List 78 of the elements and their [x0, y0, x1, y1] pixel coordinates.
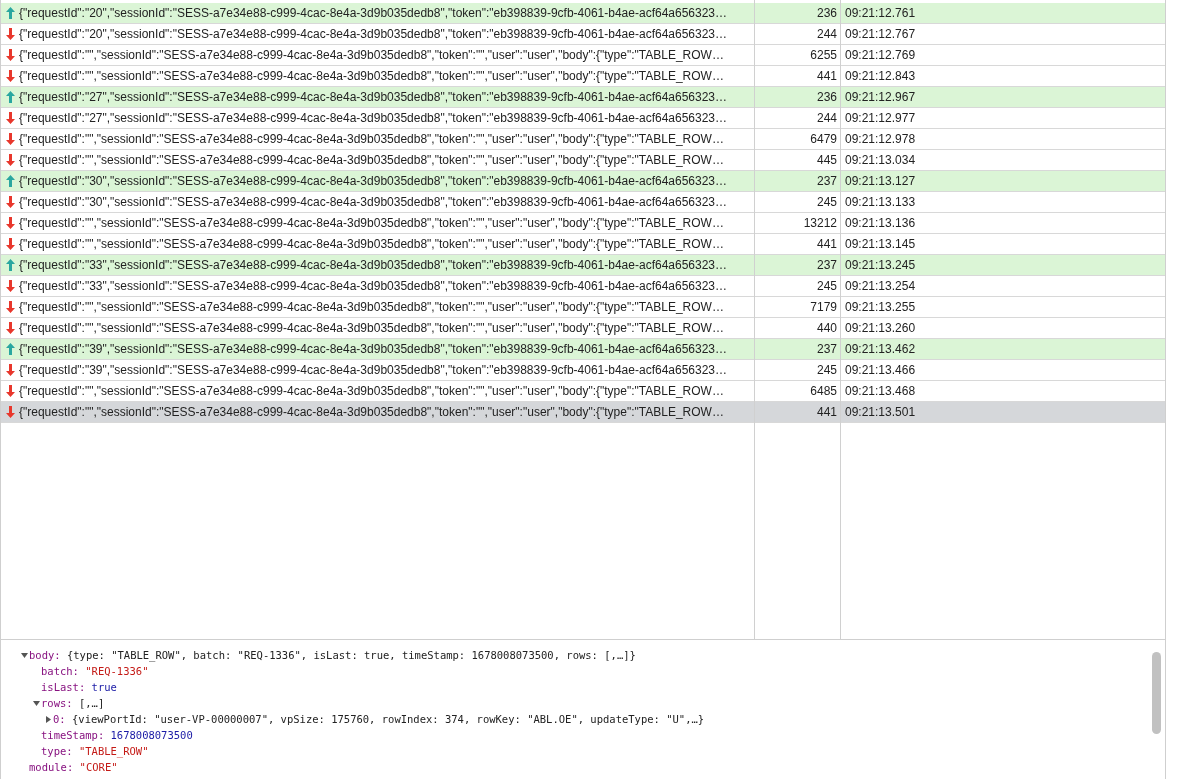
message-text: {"requestId":"30","sessionId":"SESS-a7e34e88-c999-4cac-8e4a-3d9b035dedb8","token":"eb398839-9cfb-4061-b4ae-acf64a656323…	[19, 195, 728, 209]
property-key: body:	[29, 649, 61, 661]
message-text: {"requestId":"39","sessionId":"SESS-a7e34e88-c999-4cac-8e4a-3d9b035dedb8","token":"eb398839-9cfb-4061-b4ae-acf64a656323…	[19, 342, 728, 356]
time-cell: 09:21:12.967	[841, 87, 1165, 108]
message-cell[interactable]: {"requestId":"30","sessionId":"SESS-a7e34e88-c999-4cac-8e4a-3d9b035dedb8","token":"eb398839-9cfb-4061-b4ae-acf64a656323…	[1, 171, 755, 192]
message-text: {"requestId":"","sessionId":"SESS-a7e34e88-c999-4cac-8e4a-3d9b035dedb8","token":"","user":"user","body":{"type":"TABLE_ROW…	[19, 321, 724, 335]
property-key: batch:	[41, 665, 79, 677]
down-arrow-icon	[6, 49, 15, 61]
message-text: {"requestId":"27","sessionId":"SESS-a7e34e88-c999-4cac-8e4a-3d9b035dedb8","token":"eb398839-9cfb-4061-b4ae-acf64a656323…	[19, 90, 728, 104]
down-arrow-icon	[6, 28, 15, 40]
property-key: timeStamp:	[41, 729, 105, 741]
scrollbar-thumb[interactable]	[1151, 652, 1161, 734]
property-value: 1678008073500	[110, 729, 193, 741]
collapsed-triangle-icon[interactable]	[44, 715, 52, 723]
message-text: {"requestId":"","sessionId":"SESS-a7e34e88-c999-4cac-8e4a-3d9b035dedb8","token":"","user":"user","body":{"type":"TABLE_ROW…	[19, 384, 724, 398]
down-arrow-icon	[6, 70, 15, 82]
message-text: {"requestId":"","sessionId":"SESS-a7e34e88-c999-4cac-8e4a-3d9b035dedb8","token":"","user":"user","body":{"type":"TABLE_ROW…	[19, 69, 724, 83]
message-cell[interactable]: {"requestId":"27","sessionId":"SESS-a7e34e88-c999-4cac-8e4a-3d9b035dedb8","token":"eb398839-9cfb-4061-b4ae-acf64a656323…	[1, 87, 755, 108]
message-cell[interactable]: {"requestId":"","sessionId":"SESS-a7e34e88-c999-4cac-8e4a-3d9b035dedb8","token":"","user":"user","body":{"type":"TABLE_ROW…	[1, 402, 755, 423]
up-arrow-icon	[6, 91, 15, 103]
down-arrow-icon	[6, 154, 15, 166]
property-key: isLast:	[41, 681, 86, 693]
message-cell[interactable]: {"requestId":"33","sessionId":"SESS-a7e34e88-c999-4cac-8e4a-3d9b035dedb8","token":"eb398839-9cfb-4061-b4ae-acf64a656323…	[1, 255, 755, 276]
message-text: {"requestId":"30","sessionId":"SESS-a7e34e88-c999-4cac-8e4a-3d9b035dedb8","token":"eb398839-9cfb-4061-b4ae-acf64a656323…	[19, 174, 728, 188]
property-key: module:	[29, 761, 74, 773]
message-text: {"requestId":"39","sessionId":"SESS-a7e34e88-c999-4cac-8e4a-3d9b035dedb8","token":"eb398839-9cfb-4061-b4ae-acf64a656323…	[19, 363, 728, 377]
down-arrow-icon	[6, 280, 15, 292]
message-cell[interactable]: {"requestId":"39","sessionId":"SESS-a7e34e88-c999-4cac-8e4a-3d9b035dedb8","token":"eb398839-9cfb-4061-b4ae-acf64a656323…	[1, 339, 755, 360]
time-cell: 09:21:13.127	[841, 171, 1165, 192]
down-arrow-icon	[6, 217, 15, 229]
time-cell: 09:21:13.501	[841, 402, 1165, 423]
property-key: rows:	[41, 697, 73, 709]
message-text: {"requestId":"33","sessionId":"SESS-a7e34e88-c999-4cac-8e4a-3d9b035dedb8","token":"eb398839-9cfb-4061-b4ae-acf64a656323…	[19, 279, 728, 293]
message-text: {"requestId":"20","sessionId":"SESS-a7e34e88-c999-4cac-8e4a-3d9b035dedb8","token":"eb398839-9cfb-4061-b4ae-acf64a656323…	[19, 27, 728, 41]
down-arrow-icon	[6, 385, 15, 397]
size-cell: 237	[755, 339, 841, 360]
property-value: "TABLE_ROW"	[78, 745, 149, 757]
down-arrow-icon	[6, 301, 15, 313]
property-key: 0:	[53, 713, 66, 725]
time-cell: 09:21:12.761	[841, 3, 1165, 24]
property-value: "CORE"	[79, 761, 118, 773]
object-preview: {viewPortId: "user-VP-00000007", vpSize: 175760, rowIndex: 374, rowKey: "ABL.OE", updateType: "U",…}	[72, 713, 705, 725]
message-text: {"requestId":"","sessionId":"SESS-a7e34e88-c999-4cac-8e4a-3d9b035dedb8","token":"","user":"user","body":{"type":"TABLE_ROW…	[19, 216, 724, 230]
expanded-triangle-icon[interactable]	[32, 699, 40, 707]
message-text: {"requestId":"","sessionId":"SESS-a7e34e88-c999-4cac-8e4a-3d9b035dedb8","token":"","user":"user","body":{"type":"TABLE_ROW…	[19, 132, 724, 146]
object-preview: {type: "TABLE_ROW", batch: "REQ-1336", isLast: true, timeStamp: 1678008073500, rows: [,…]}	[66, 649, 636, 661]
property-value: "REQ-1336"	[85, 665, 149, 677]
down-arrow-icon	[6, 112, 15, 124]
message-cell[interactable]: {"requestId":"20","sessionId":"SESS-a7e34e88-c999-4cac-8e4a-3d9b035dedb8","token":"eb398839-9cfb-4061-b4ae-acf64a656323…	[1, 3, 755, 24]
time-cell: 09:21:13.245	[841, 255, 1165, 276]
up-arrow-icon	[6, 175, 15, 187]
message-text: {"requestId":"33","sessionId":"SESS-a7e34e88-c999-4cac-8e4a-3d9b035dedb8","token":"eb398839-9cfb-4061-b4ae-acf64a656323…	[19, 258, 728, 272]
message-text: {"requestId":"20","sessionId":"SESS-a7e34e88-c999-4cac-8e4a-3d9b035dedb8","token":"eb398839-9cfb-4061-b4ae-acf64a656323…	[19, 6, 728, 20]
message-text: {"requestId":"","sessionId":"SESS-a7e34e88-c999-4cac-8e4a-3d9b035dedb8","token":"","user":"user","body":{"type":"TABLE_ROW…	[19, 405, 724, 419]
down-arrow-icon	[6, 322, 15, 334]
down-arrow-icon	[6, 364, 15, 376]
message-text: {"requestId":"","sessionId":"SESS-a7e34e88-c999-4cac-8e4a-3d9b035dedb8","token":"","user":"user","body":{"type":"TABLE_ROW…	[19, 153, 724, 167]
time-cell: 09:21:13.462	[841, 339, 1165, 360]
down-arrow-icon	[6, 196, 15, 208]
up-arrow-icon	[6, 343, 15, 355]
property-key: type:	[41, 745, 73, 757]
down-arrow-icon	[6, 406, 15, 418]
size-cell: 237	[755, 171, 841, 192]
message-text: {"requestId":"","sessionId":"SESS-a7e34e88-c999-4cac-8e4a-3d9b035dedb8","token":"","user":"user","body":{"type":"TABLE_ROW…	[19, 237, 724, 251]
size-cell: 441	[755, 402, 841, 423]
size-cell: 236	[755, 3, 841, 24]
expanded-triangle-icon[interactable]	[20, 651, 28, 659]
message-text: {"requestId":"","sessionId":"SESS-a7e34e88-c999-4cac-8e4a-3d9b035dedb8","token":"","user":"user","body":{"type":"TABLE_ROW…	[19, 48, 724, 62]
size-cell: 236	[755, 87, 841, 108]
up-arrow-icon	[6, 259, 15, 271]
message-text: {"requestId":"","sessionId":"SESS-a7e34e88-c999-4cac-8e4a-3d9b035dedb8","token":"","user":"user","body":{"type":"TABLE_ROW…	[19, 300, 724, 314]
property-value: true	[91, 681, 117, 693]
message-text: {"requestId":"27","sessionId":"SESS-a7e34e88-c999-4cac-8e4a-3d9b035dedb8","token":"eb398839-9cfb-4061-b4ae-acf64a656323…	[19, 111, 728, 125]
object-preview: [,…]	[78, 697, 105, 709]
up-arrow-icon	[6, 7, 15, 19]
size-cell: 237	[755, 255, 841, 276]
down-arrow-icon	[6, 238, 15, 250]
down-arrow-icon	[6, 133, 15, 145]
